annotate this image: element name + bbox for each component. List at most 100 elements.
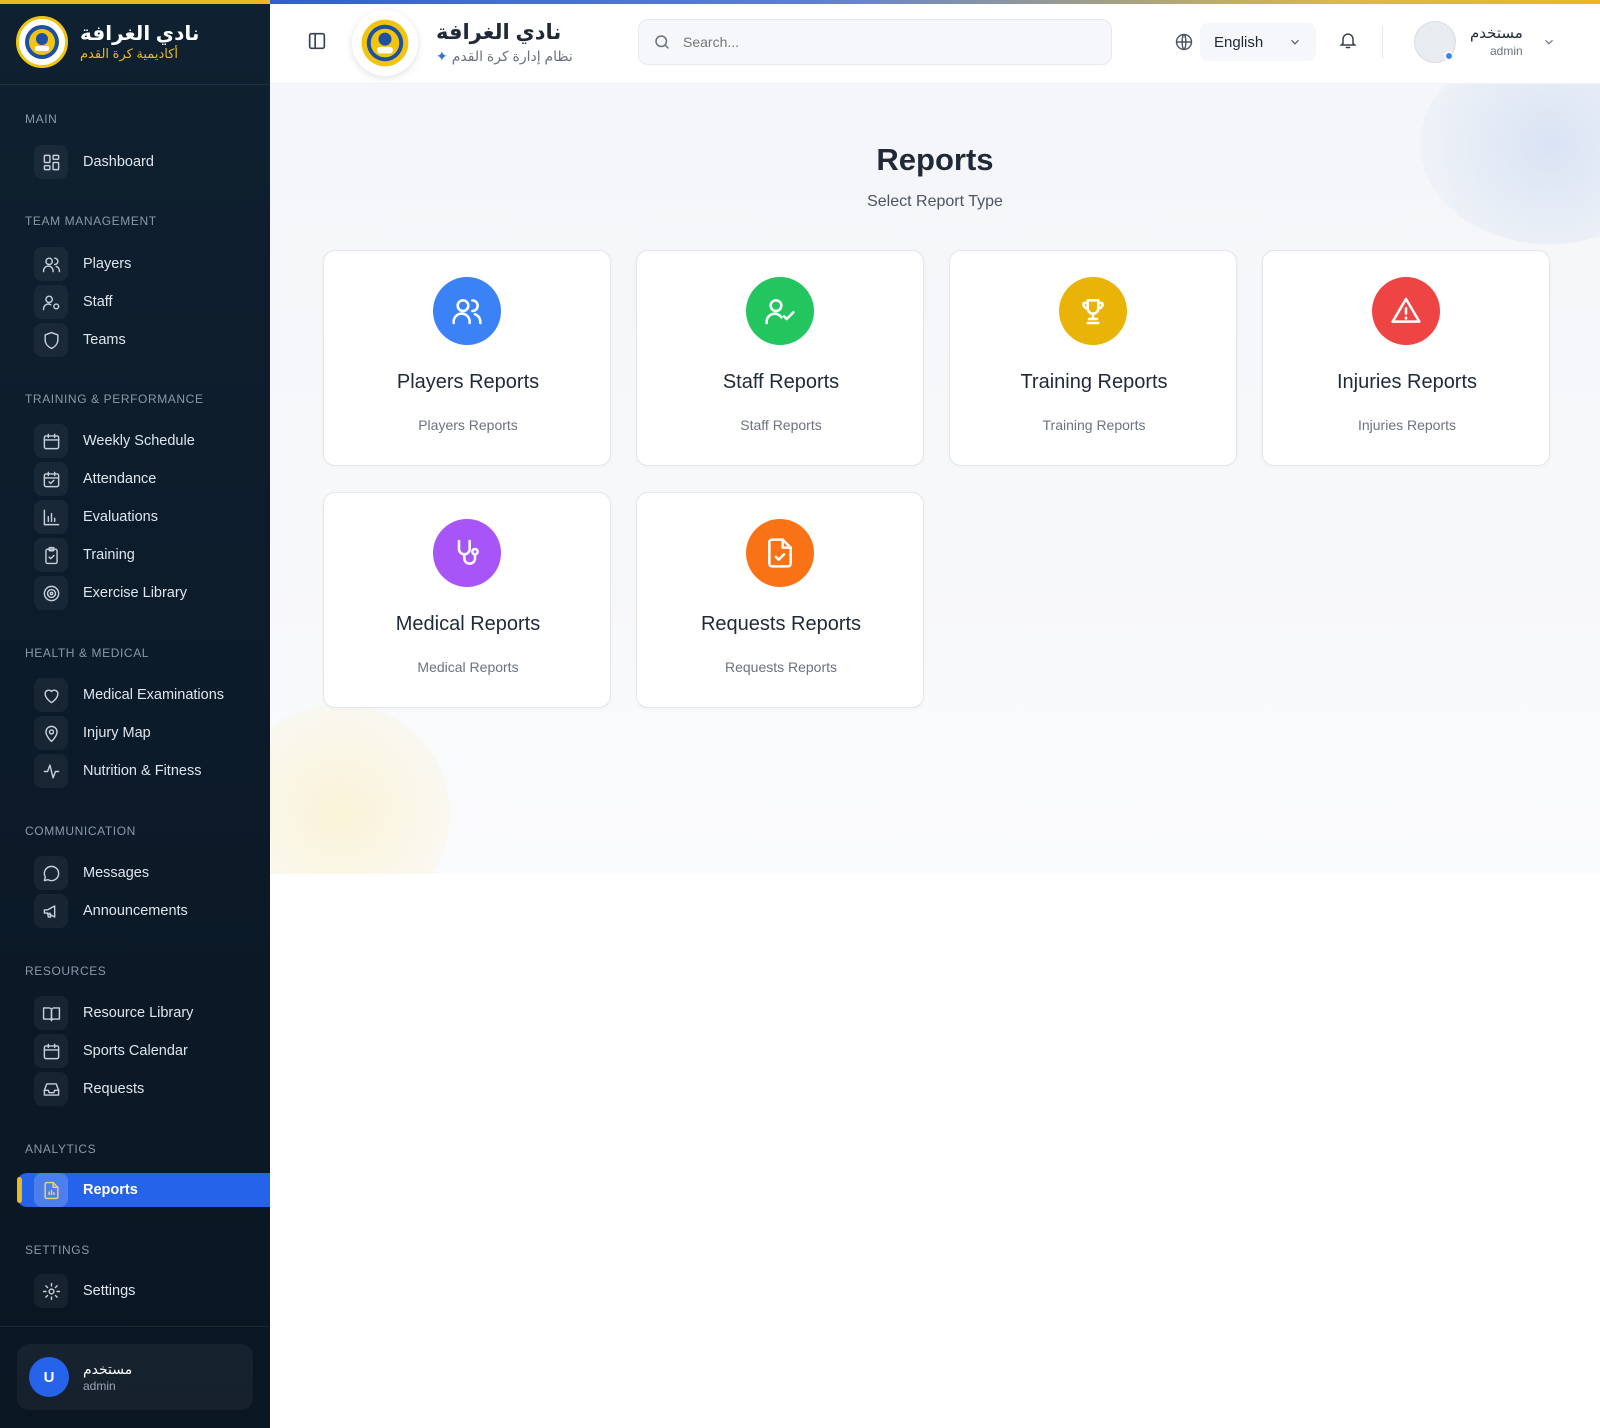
- page-subtitle: Select Report Type: [867, 193, 1003, 210]
- sidebar-item-resource-library[interactable]: Resource Library: [34, 996, 270, 1030]
- shield-icon: [34, 323, 68, 357]
- avatar[interactable]: [1414, 21, 1456, 63]
- brand-subtitle: أكاديمية كرة القدم: [80, 46, 178, 61]
- card-title: Training Reports: [1020, 371, 1168, 393]
- sidebar-item-evaluations[interactable]: Evaluations: [34, 500, 270, 534]
- card-subtitle: Players Reports: [418, 417, 518, 433]
- search-input[interactable]: [683, 34, 1083, 50]
- report-card-requests[interactable]: Requests Reports Requests Reports: [636, 492, 924, 708]
- sidebar-item-label: Exercise Library: [83, 585, 187, 601]
- brand-name: نادي الغرافة: [80, 23, 200, 45]
- heart-icon: [34, 678, 68, 712]
- calendar-icon: [34, 424, 68, 458]
- section-health-medical: HEALTH & MEDICAL: [25, 646, 150, 660]
- users-icon: [433, 277, 501, 345]
- sidebar-toggle-icon[interactable]: [306, 30, 328, 52]
- section-training-performance: TRAINING & PERFORMANCE: [25, 392, 204, 406]
- sidebar-item-label: Staff: [83, 294, 113, 310]
- message-circle-icon: [34, 856, 68, 890]
- header-title: نادي الغرافة: [436, 21, 562, 44]
- club-logo-icon[interactable]: [352, 10, 418, 76]
- section-main: MAIN: [25, 112, 58, 126]
- card-subtitle: Medical Reports: [417, 659, 519, 675]
- sparkle-icon: ✦: [436, 48, 448, 64]
- gear-icon: [34, 1274, 68, 1308]
- report-card-staff[interactable]: Staff Reports Staff Reports: [636, 250, 924, 466]
- sidebar-item-sports-calendar[interactable]: Sports Calendar: [34, 1034, 270, 1068]
- file-chart-icon: [34, 1173, 68, 1207]
- search-box[interactable]: [638, 19, 1112, 65]
- sidebar-item-requests[interactable]: Requests: [34, 1072, 270, 1106]
- sidebar-item-label: Evaluations: [83, 509, 158, 525]
- section-settings: SETTINGS: [25, 1243, 90, 1257]
- search-icon: [655, 35, 669, 49]
- sidebar-user-card[interactable]: U مستخدم admin: [17, 1344, 253, 1410]
- club-logo-icon: [16, 16, 68, 68]
- sidebar-item-reports[interactable]: Reports: [17, 1173, 270, 1207]
- chevron-down-icon[interactable]: [1542, 35, 1556, 54]
- megaphone-icon: [34, 894, 68, 928]
- divider: [0, 1326, 270, 1327]
- report-card-medical[interactable]: Medical Reports Medical Reports: [323, 492, 611, 708]
- sidebar-item-training[interactable]: Training: [34, 538, 270, 572]
- sidebar-item-players[interactable]: Players: [34, 247, 270, 281]
- sidebar-item-attendance[interactable]: Attendance: [34, 462, 270, 496]
- report-card-training[interactable]: Training Reports Training Reports: [949, 250, 1237, 466]
- section-analytics: ANALYTICS: [25, 1142, 97, 1156]
- sidebar-item-teams[interactable]: Teams: [34, 323, 270, 357]
- target-icon: [34, 576, 68, 610]
- file-check-icon: [746, 519, 814, 587]
- users-icon: [34, 247, 68, 281]
- section-team-management: TEAM MANAGEMENT: [25, 214, 157, 228]
- sidebar-item-label: Teams: [83, 332, 126, 348]
- activity-icon: [34, 754, 68, 788]
- sidebar-item-label: Nutrition & Fitness: [83, 763, 202, 779]
- language-select[interactable]: English: [1200, 23, 1316, 61]
- sidebar-item-exercise-library[interactable]: Exercise Library: [34, 576, 270, 610]
- report-card-players[interactable]: Players Reports Players Reports: [323, 250, 611, 466]
- language-value: English: [1214, 33, 1264, 51]
- header-user-name[interactable]: مستخدم: [1470, 24, 1523, 42]
- sidebar-item-announcements[interactable]: Announcements: [34, 894, 270, 928]
- card-subtitle: Training Reports: [1042, 417, 1146, 433]
- top-bar: نادي الغرافة ✦نظام إدارة كرة القدم Engli…: [270, 0, 1600, 84]
- section-communication: COMMUNICATION: [25, 824, 136, 838]
- user-check-icon: [746, 277, 814, 345]
- sidebar-item-medical-examinations[interactable]: Medical Examinations: [34, 678, 270, 712]
- bell-icon[interactable]: [1338, 30, 1358, 55]
- book-open-icon: [34, 996, 68, 1030]
- sidebar-item-label: Attendance: [83, 471, 157, 487]
- sidebar-item-settings[interactable]: Settings: [34, 1274, 270, 1308]
- sidebar-item-label: Weekly Schedule: [83, 433, 195, 449]
- card-title: Injuries Reports: [1336, 371, 1478, 393]
- header-subtitle: ✦ نظام إدارة كرة القدم: [436, 48, 573, 65]
- sidebar-item-label: Announcements: [83, 903, 188, 919]
- page-title: Reports: [876, 142, 994, 177]
- user-role: admin: [83, 1379, 116, 1393]
- report-card-injuries[interactable]: Injuries Reports Injuries Reports: [1262, 250, 1550, 466]
- header-subtitle-text: نظام إدارة كرة القدم: [451, 48, 573, 64]
- section-resources: RESOURCES: [25, 964, 107, 978]
- sidebar-item-staff[interactable]: Staff: [34, 285, 270, 319]
- sidebar-item-injury-map[interactable]: Injury Map: [34, 716, 270, 750]
- header-user-role: admin: [1490, 44, 1523, 58]
- globe-icon[interactable]: [1174, 32, 1194, 57]
- card-title: Staff Reports: [722, 371, 840, 393]
- sidebar-item-weekly-schedule[interactable]: Weekly Schedule: [34, 424, 270, 458]
- dashboard-icon: [34, 145, 68, 179]
- sidebar-brand[interactable]: نادي الغرافة أكاديمية كرة القدم: [16, 16, 199, 68]
- sidebar-item-dashboard[interactable]: Dashboard: [34, 145, 270, 179]
- card-subtitle: Injuries Reports: [1357, 417, 1457, 433]
- card-subtitle: Staff Reports: [740, 417, 822, 433]
- clipboard-check-icon: [34, 538, 68, 572]
- card-title: Players Reports: [396, 371, 540, 393]
- calendar-check-icon: [34, 462, 68, 496]
- bar-chart-icon: [34, 500, 68, 534]
- user-cog-icon: [34, 285, 68, 319]
- alert-triangle-icon: [1372, 277, 1440, 345]
- sidebar-item-messages[interactable]: Messages: [34, 856, 270, 890]
- divider: [0, 84, 270, 85]
- sidebar-item-label: Resource Library: [83, 1005, 194, 1021]
- sidebar-item-nutrition-fitness[interactable]: Nutrition & Fitness: [34, 754, 270, 788]
- sidebar-item-label: Dashboard: [83, 154, 154, 170]
